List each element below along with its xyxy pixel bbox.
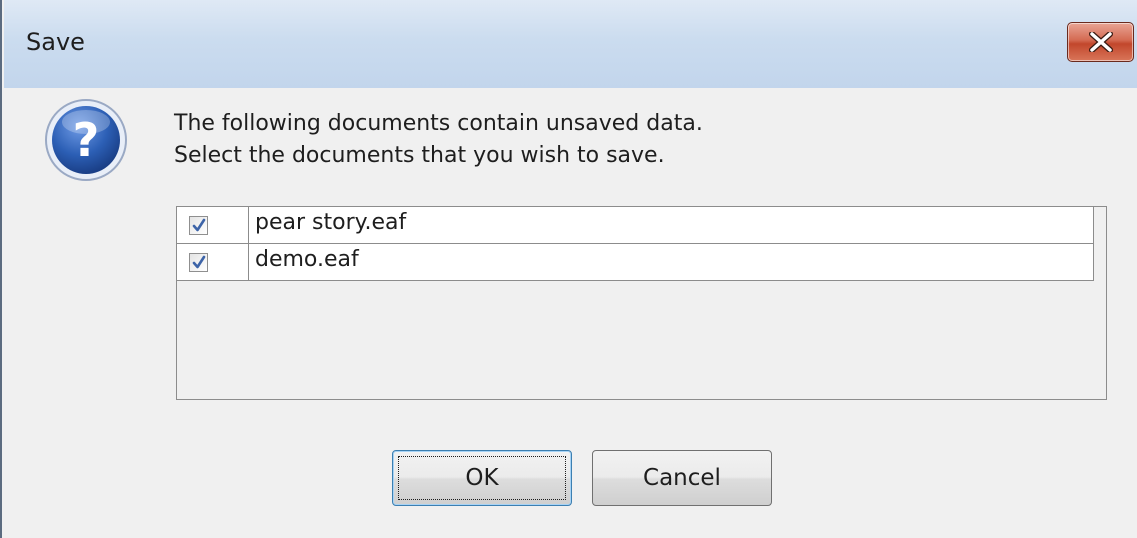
ok-button[interactable]: OK: [392, 450, 572, 506]
document-checkbox[interactable]: [189, 253, 208, 272]
ok-button-label: OK: [465, 465, 499, 491]
check-icon: [192, 218, 206, 232]
question-icon: ?: [42, 96, 130, 184]
message-text: The following documents contain unsaved …: [174, 108, 703, 172]
close-icon: [1089, 32, 1113, 52]
document-name: pear story.eaf: [255, 210, 407, 235]
title-bar[interactable]: Save: [4, 0, 1137, 88]
cancel-button[interactable]: Cancel: [592, 450, 772, 506]
checkbox-cell: [177, 207, 249, 243]
message-line-2: Select the documents that you wish to sa…: [174, 143, 665, 168]
close-button[interactable]: [1067, 22, 1134, 62]
cancel-button-label: Cancel: [643, 465, 721, 491]
message-line-1: The following documents contain unsaved …: [174, 111, 703, 136]
document-list[interactable]: pear story.eaf demo.eaf: [176, 206, 1107, 400]
save-dialog: Save ? The following documents contain u…: [0, 0, 1137, 538]
checkbox-cell: [177, 244, 249, 280]
svg-text:?: ?: [73, 113, 100, 167]
list-item[interactable]: pear story.eaf: [177, 207, 1094, 244]
list-item[interactable]: demo.eaf: [177, 244, 1094, 281]
document-checkbox[interactable]: [189, 216, 208, 235]
document-name: demo.eaf: [255, 247, 359, 272]
dialog-content: ? The following documents contain unsave…: [4, 88, 1137, 538]
window-title: Save: [26, 28, 85, 56]
check-icon: [192, 255, 206, 269]
